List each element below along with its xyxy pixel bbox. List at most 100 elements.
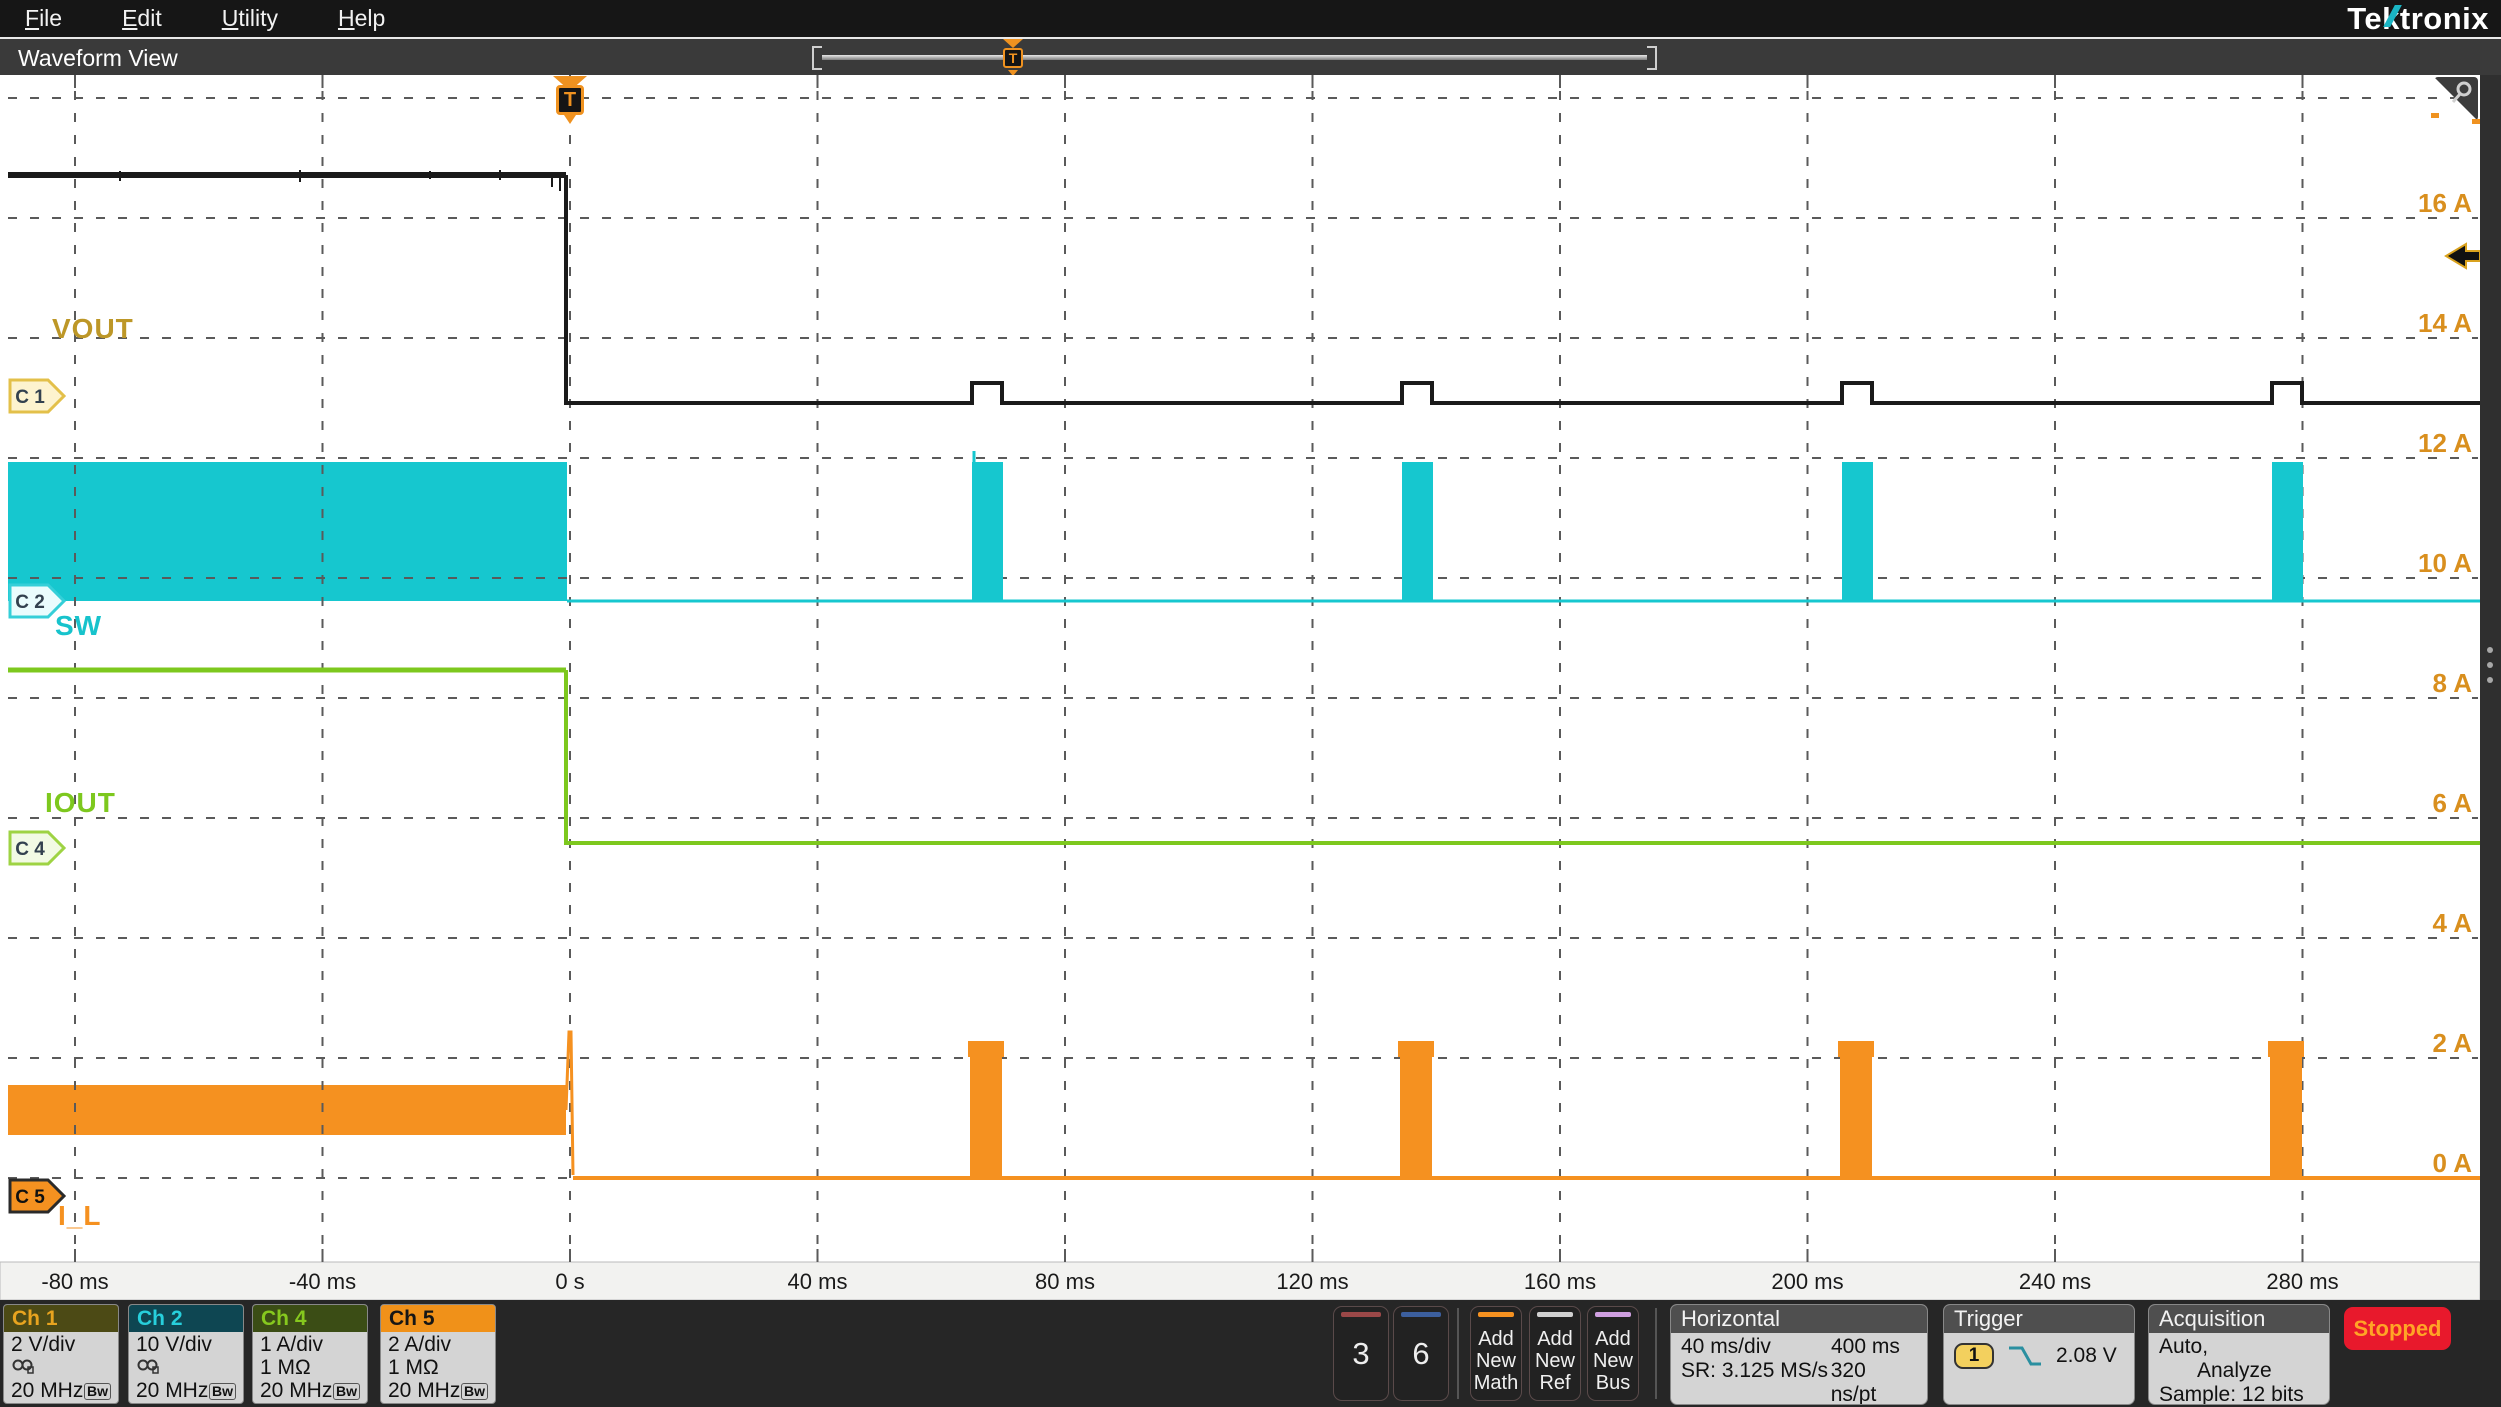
horizontal-scale: 40 ms/div: [1681, 1335, 1831, 1359]
channel-3-label: 3: [1352, 1336, 1369, 1372]
drawer-grip-icon: [2487, 647, 2493, 683]
y-axis-label: 0 A: [2433, 1148, 2473, 1178]
math-color-stripe: [1478, 1312, 1514, 1317]
settings-bar: Ch 1 2 V/div 20 MHz Bw Ch 2 10 V/div: [0, 1300, 2501, 1407]
divider: [1655, 1308, 1657, 1399]
channel-card-ch4[interactable]: Ch 4 1 A/div 1 MΩ 20 MHz Bw: [252, 1304, 368, 1404]
slider-trigger-handle[interactable]: T: [1000, 44, 1026, 72]
y-axis-label: 12 A: [2418, 428, 2472, 458]
channel-impedance: 1 MΩ: [260, 1356, 360, 1379]
menu-file[interactable]: File: [25, 5, 62, 32]
view-title: Waveform View: [18, 45, 178, 72]
ref-color-stripe: [1537, 1312, 1573, 1317]
bandwidth-limit-badge: Bw: [461, 1383, 488, 1400]
svg-text:C 1: C 1: [15, 387, 45, 408]
time-axis-ticks: [75, 1249, 2303, 1262]
channel-impedance: 1 MΩ: [388, 1356, 488, 1379]
zoom-overview-button[interactable]: [2434, 77, 2478, 121]
acquisition-mode: Auto,: [2159, 1335, 2208, 1358]
channel-scale: 1 A/div: [260, 1333, 360, 1356]
channel-card-header: Ch 5: [381, 1305, 495, 1332]
channel-6-label: 6: [1412, 1336, 1429, 1372]
channel-card-ch2[interactable]: Ch 2 10 V/div 20 MHz Bw: [128, 1304, 244, 1404]
menu-utility[interactable]: Utility: [222, 5, 278, 32]
channel-scale: 2 V/div: [11, 1333, 111, 1356]
bandwidth-limit-badge: Bw: [333, 1383, 360, 1400]
horizontal-panel[interactable]: Horizontal 40 ms/div 400 ms SR: 3.125 MS…: [1670, 1304, 1928, 1405]
acquisition-panel[interactable]: Acquisition Auto, Analyze Sample: 12 bit…: [2148, 1304, 2330, 1405]
acquisition-analyze: Analyze: [2197, 1359, 2272, 1382]
x-axis-label: 200 ms: [1771, 1269, 1843, 1294]
x-axis-label: 160 ms: [1524, 1269, 1596, 1294]
menu-bar: File Edit Utility Help Tektronix: [0, 0, 2501, 37]
channel-card-header: Ch 1: [4, 1305, 118, 1332]
add-new-bus-button[interactable]: Add New Bus: [1587, 1306, 1639, 1401]
probe-icon: [136, 1356, 160, 1376]
channel-label-iout: IOUT: [45, 787, 116, 819]
channel-badge-c4[interactable]: C 4: [8, 830, 66, 866]
y-axis-label: 6 A: [2433, 788, 2473, 818]
channel-card-ch1[interactable]: Ch 1 2 V/div 20 MHz Bw: [3, 1304, 119, 1404]
svg-text:C 4: C 4: [15, 839, 45, 860]
bus-color-stripe: [1595, 1312, 1631, 1317]
y-axis-label: 16 A: [2418, 188, 2472, 218]
y-axis-label: 10 A: [2418, 548, 2472, 578]
sample-interval: 320 ns/pt: [1831, 1359, 1917, 1405]
results-drawer-handle[interactable]: [2480, 75, 2501, 1300]
waveform-canvas: 16 A 14 A 12 A 10 A 8 A 6 A 4 A 2 A 0 A …: [0, 75, 2501, 1300]
x-axis-label: -40 ms: [289, 1269, 356, 1294]
trace-vout: [8, 170, 2498, 403]
horizontal-panel-header: Horizontal: [1671, 1305, 1927, 1333]
channel-label-vout: VOUT: [52, 313, 134, 345]
horizontal-position-slider[interactable]: T: [812, 44, 1657, 72]
waveform-plot: 16 A 14 A 12 A 10 A 8 A 6 A 4 A 2 A 0 A …: [0, 75, 2501, 1300]
bandwidth-limit-badge: Bw: [209, 1383, 236, 1400]
trigger-position-marker[interactable]: T: [552, 76, 588, 130]
x-axis-label: -80 ms: [41, 1269, 108, 1294]
slider-handle-t-label: T: [1003, 48, 1023, 68]
acquisition-sample-bits: Sample: 12 bits: [2159, 1383, 2319, 1405]
channel-6-button[interactable]: 6: [1393, 1306, 1449, 1401]
falling-edge-icon: [2006, 1343, 2044, 1369]
probe-icon: [11, 1356, 35, 1376]
channel-3-color-stripe: [1341, 1312, 1381, 1317]
channel-badge-c2[interactable]: C 2: [8, 583, 66, 619]
magnifier-icon: [2449, 80, 2475, 106]
trigger-marker-t-label: T: [556, 85, 584, 115]
slider-right-bracket-icon: [1647, 46, 1657, 70]
channel-badge-c1[interactable]: C 1: [8, 378, 66, 414]
waveform-view-title-bar: Waveform View T: [0, 37, 2501, 75]
add-new-ref-button[interactable]: Add New Ref: [1529, 1306, 1581, 1401]
x-axis-label: 280 ms: [2266, 1269, 2338, 1294]
channel-scale: 2 A/div: [388, 1333, 488, 1356]
horizontal-window: 400 ms: [1831, 1335, 1900, 1359]
channel-card-header: Ch 2: [129, 1305, 243, 1332]
x-axis-label: 80 ms: [1035, 1269, 1095, 1294]
slider-left-bracket-icon: [812, 46, 822, 70]
x-axis-label: 40 ms: [788, 1269, 848, 1294]
channel-card-ch5[interactable]: Ch 5 2 A/div 1 MΩ 20 MHz Bw: [380, 1304, 496, 1404]
run-stop-status-button[interactable]: Stopped: [2344, 1307, 2451, 1350]
channel-card-header: Ch 4: [253, 1305, 367, 1332]
probe-row: [136, 1356, 236, 1379]
channel-scale: 10 V/div: [136, 1333, 236, 1356]
time-axis-strip: [0, 1262, 2480, 1300]
channel-3-button[interactable]: 3: [1333, 1306, 1389, 1401]
menu-edit[interactable]: Edit: [122, 5, 162, 32]
x-axis-label: 120 ms: [1276, 1269, 1348, 1294]
trace-il-pre-band: [8, 1085, 566, 1135]
trigger-panel[interactable]: Trigger 1 2.08 V: [1943, 1304, 2135, 1405]
sample-rate: SR: 3.125 MS/s: [1681, 1359, 1831, 1405]
add-new-math-button[interactable]: Add New Math: [1470, 1306, 1522, 1401]
trigger-level-arrow-icon[interactable]: [2446, 244, 2480, 268]
channel-6-color-stripe: [1401, 1312, 1441, 1317]
channel-bandwidth: 20 MHz: [260, 1379, 332, 1402]
slider-track[interactable]: [822, 55, 1647, 60]
channel-badge-c5[interactable]: C 5: [8, 1178, 66, 1214]
y-axis-label: 2 A: [2433, 1028, 2473, 1058]
x-axis-label: 0 s: [555, 1269, 584, 1294]
menu-help[interactable]: Help: [338, 5, 385, 32]
add-new-ref-label: Add New Ref: [1530, 1328, 1580, 1394]
add-new-math-label: Add New Math: [1471, 1328, 1521, 1394]
x-axis-label: 240 ms: [2019, 1269, 2091, 1294]
